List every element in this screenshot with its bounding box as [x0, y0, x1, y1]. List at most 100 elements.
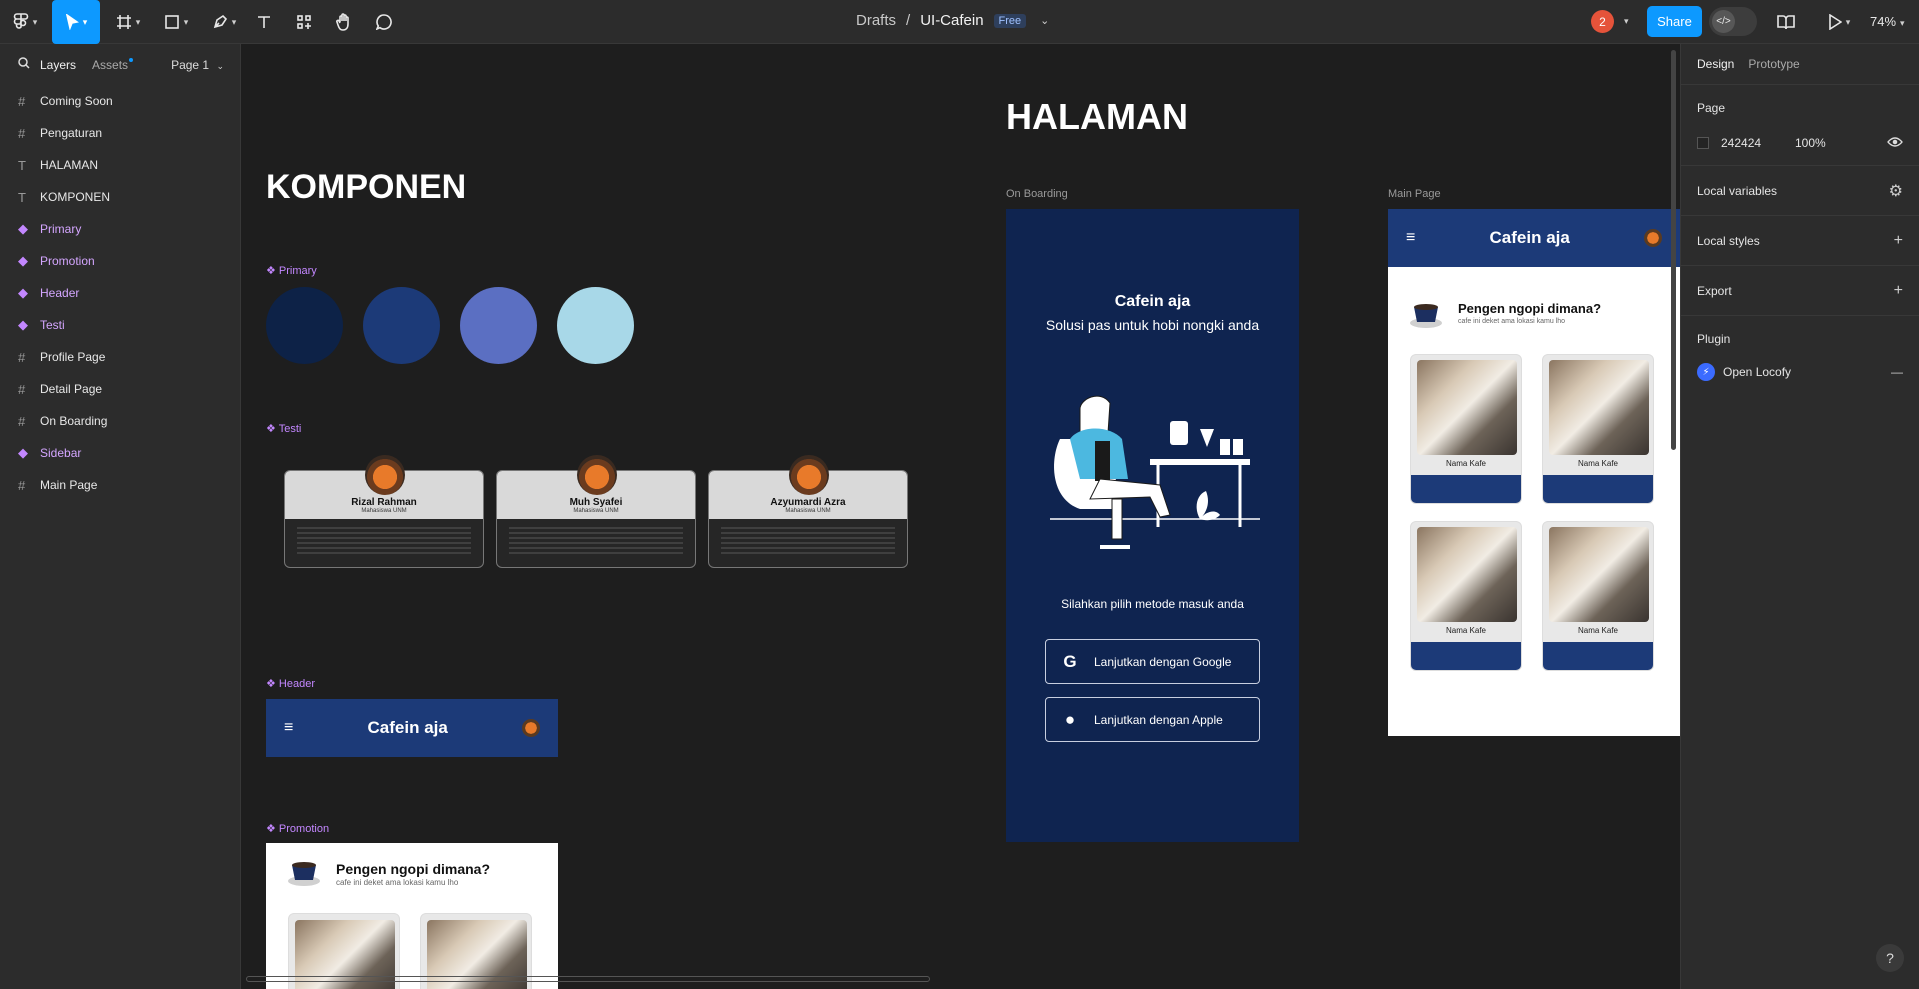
halaman-title[interactable]: HALAMAN: [1006, 96, 1188, 138]
layer-item[interactable]: # Main Page: [0, 469, 240, 501]
testimonial-role: Mahasiswa UNM: [573, 508, 619, 514]
cafe-name: Nama Kafe: [1445, 626, 1487, 635]
collaborators-chevron-icon[interactable]: ▾: [1624, 16, 1629, 27]
primary-component-label[interactable]: ❖ Primary: [266, 264, 317, 277]
text-icon: T: [18, 189, 26, 205]
resources-button[interactable]: [292, 6, 316, 38]
horizontal-scrollbar[interactable]: [246, 976, 930, 982]
main-page-frame-label[interactable]: Main Page: [1388, 188, 1441, 200]
shape-tool-button[interactable]: ▾: [158, 6, 194, 38]
comment-tool-button[interactable]: [372, 6, 396, 38]
breadcrumb-folder[interactable]: Drafts: [856, 12, 896, 29]
promo-title: Pengen ngopi dimana?: [336, 861, 491, 877]
header-component[interactable]: ≡ Cafein aja: [266, 699, 558, 757]
cafe-image: [1549, 360, 1649, 455]
collaborator-avatar[interactable]: 2: [1591, 10, 1614, 33]
export-label: Export: [1697, 283, 1732, 298]
canvas[interactable]: HALAMAN KOMPONEN ❖ Primary ❖ Testi Rizal…: [241, 44, 1680, 989]
zoom-control[interactable]: 74% ▾: [1870, 14, 1905, 29]
continue-with-apple-button[interactable]: ● Lanjutkan dengan Apple: [1045, 697, 1260, 742]
page-opacity-value[interactable]: 100%: [1795, 136, 1826, 150]
add-export-icon[interactable]: +: [1894, 282, 1903, 300]
main-page-header[interactable]: ≡ Cafein aja: [1388, 209, 1680, 267]
frame-tool-button[interactable]: ▾: [110, 6, 146, 38]
promotion-component[interactable]: Pengen ngopi dimana? cafe ini deket ama …: [266, 843, 558, 989]
search-icon[interactable]: [18, 57, 40, 72]
help-button[interactable]: ?: [1876, 944, 1904, 972]
cafe-card[interactable]: Nama Kafe: [1542, 521, 1654, 671]
frame-icon: #: [18, 349, 26, 365]
main-page-frame[interactable]: ≡ Cafein aja Pengen ngopi dimana? cafe i…: [1388, 209, 1680, 736]
eye-icon[interactable]: [1887, 136, 1903, 150]
plugin-row[interactable]: ⚡ Open Locofy —: [1697, 362, 1903, 382]
testi-component-label[interactable]: ❖ Testi: [266, 422, 301, 435]
library-button[interactable]: [1774, 6, 1798, 38]
text-tool-button[interactable]: [252, 6, 276, 38]
layer-item[interactable]: # Coming Soon: [0, 85, 240, 117]
page-background-row[interactable]: 242424 100%: [1697, 131, 1903, 155]
primary-color-swatch[interactable]: [460, 287, 537, 364]
layer-item[interactable]: ◆ Promotion: [0, 245, 240, 277]
cafe-card[interactable]: Nama Kafe: [1410, 521, 1522, 671]
pen-icon: [213, 14, 227, 29]
coffee-cup-icon: [1408, 297, 1444, 331]
local-variables-label[interactable]: Local variables: [1697, 184, 1777, 198]
layer-item[interactable]: ◆ Sidebar: [0, 437, 240, 469]
layer-item[interactable]: T KOMPONEN: [0, 181, 240, 213]
hand-tool-button[interactable]: [332, 6, 356, 38]
code-icon: </>: [1712, 10, 1735, 33]
remove-plugin-icon[interactable]: —: [1891, 365, 1903, 379]
tab-prototype[interactable]: Prototype: [1748, 57, 1799, 71]
cafe-info-bar: [1411, 642, 1521, 670]
testimonial-card[interactable]: Azyumardi Azra Mahasiswa UNM: [708, 455, 908, 568]
cafe-image: [1417, 527, 1517, 622]
primary-color-swatch[interactable]: [266, 287, 343, 364]
onboarding-frame-label[interactable]: On Boarding: [1006, 188, 1068, 200]
present-button[interactable]: ▾: [1822, 6, 1856, 38]
continue-with-google-button[interactable]: G Lanjutkan dengan Google: [1045, 639, 1260, 684]
komponen-title[interactable]: KOMPONEN: [266, 168, 466, 207]
plugin-name[interactable]: Open Locofy: [1723, 365, 1791, 379]
file-name[interactable]: UI-Cafein: [920, 12, 983, 29]
vertical-scrollbar[interactable]: [1671, 50, 1676, 450]
layer-item[interactable]: # Profile Page: [0, 341, 240, 373]
cafe-name: Nama Kafe: [1577, 459, 1619, 468]
primary-color-swatch[interactable]: [363, 287, 440, 364]
dev-mode-toggle[interactable]: </>: [1709, 7, 1757, 36]
tab-assets[interactable]: Assets: [92, 57, 134, 72]
layer-item[interactable]: ◆ Primary: [0, 213, 240, 245]
promotion-component-label[interactable]: ❖ Promotion: [266, 822, 329, 835]
file-menu-chevron-icon[interactable]: ⌄: [1040, 14, 1049, 27]
move-tool-button[interactable]: ▾: [52, 0, 100, 44]
layer-item[interactable]: ◆ Header: [0, 277, 240, 309]
layer-item[interactable]: T HALAMAN: [0, 149, 240, 181]
pen-tool-button[interactable]: ▾: [206, 6, 242, 38]
cafe-card[interactable]: Nama Kafe: [1542, 354, 1654, 504]
page-color-swatch[interactable]: [1697, 137, 1709, 149]
login-method-prompt: Silahkan pilih metode masuk anda: [1061, 597, 1244, 611]
add-style-icon[interactable]: +: [1894, 232, 1903, 250]
page-heading: Page: [1697, 101, 1726, 115]
onboarding-frame[interactable]: Cafein aja Solusi pas untuk hobi nongki …: [1006, 209, 1299, 842]
layer-item[interactable]: ◆ Testi: [0, 309, 240, 341]
cafe-card[interactable]: Nama Kafe: [1410, 354, 1522, 504]
main-page-header-title: Cafein aja: [1489, 228, 1570, 247]
main-menu-button[interactable]: ▾: [10, 6, 40, 38]
promo-subtitle: cafe ini deket ama lokasi kamu lho: [336, 878, 459, 887]
apple-button-label: Lanjutkan dengan Apple: [1094, 712, 1223, 727]
testimonial-card[interactable]: Rizal Rahman Mahasiswa UNM: [284, 455, 484, 568]
primary-color-swatch[interactable]: [557, 287, 634, 364]
layer-item[interactable]: # On Boarding: [0, 405, 240, 437]
page-selector[interactable]: Page 1 ⌄: [171, 58, 224, 72]
page-color-value[interactable]: 242424: [1721, 136, 1795, 150]
plan-badge: Free: [993, 13, 1027, 28]
tab-design[interactable]: Design: [1697, 57, 1734, 71]
variables-settings-icon[interactable]: ⚙: [1889, 181, 1903, 201]
notification-dot: [129, 57, 134, 62]
tab-layers[interactable]: Layers: [40, 58, 76, 72]
layer-item[interactable]: # Detail Page: [0, 373, 240, 405]
layer-item[interactable]: # Pengaturan: [0, 117, 240, 149]
share-button[interactable]: Share: [1647, 6, 1702, 37]
header-component-label[interactable]: ❖ Header: [266, 677, 315, 690]
testimonial-card[interactable]: Muh Syafei Mahasiswa UNM: [496, 455, 696, 568]
